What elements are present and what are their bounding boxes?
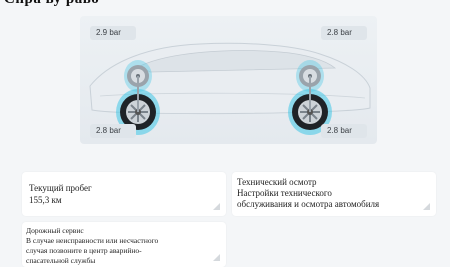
roadside-line-1: В случае неисправности или несчастного	[26, 236, 159, 245]
corner-arrow-icon	[423, 203, 430, 210]
mileage-card[interactable]: Текущий пробег 155,3 км	[22, 172, 226, 216]
roadside-card[interactable]: Дорожный сервис В случае неисправности и…	[22, 222, 226, 267]
front-left-pressure: 2.9 bar	[90, 26, 136, 40]
mileage-title: Текущий пробег	[29, 183, 92, 193]
tire-pressure-panel: 2.9 bar 2.8 bar 2.8 bar 2.8 bar	[80, 16, 377, 144]
maintenance-line-2: обслуживания и осмотра автомобиля	[237, 199, 380, 209]
roadside-line-3: спасательной службы	[26, 256, 96, 265]
maintenance-title: Технический осмотр	[237, 177, 317, 187]
corner-arrow-icon	[213, 254, 220, 261]
rear-right-pressure: 2.8 bar	[321, 124, 367, 138]
maintenance-line-1: Настройки технического	[237, 188, 332, 198]
front-right-pressure: 2.8 bar	[321, 26, 367, 40]
maintenance-card[interactable]: Технический осмотр Настройки техническог…	[232, 172, 436, 216]
rear-left-pressure: 2.8 bar	[90, 124, 136, 138]
roadside-line-2: случая позвоните в центр аварийно-	[26, 246, 142, 255]
mileage-value: 155,3 км	[29, 195, 62, 205]
corner-arrow-icon	[213, 203, 220, 210]
roadside-title: Дорожный сервис	[26, 226, 84, 235]
page-heading: Спра ву раво	[4, 0, 99, 8]
